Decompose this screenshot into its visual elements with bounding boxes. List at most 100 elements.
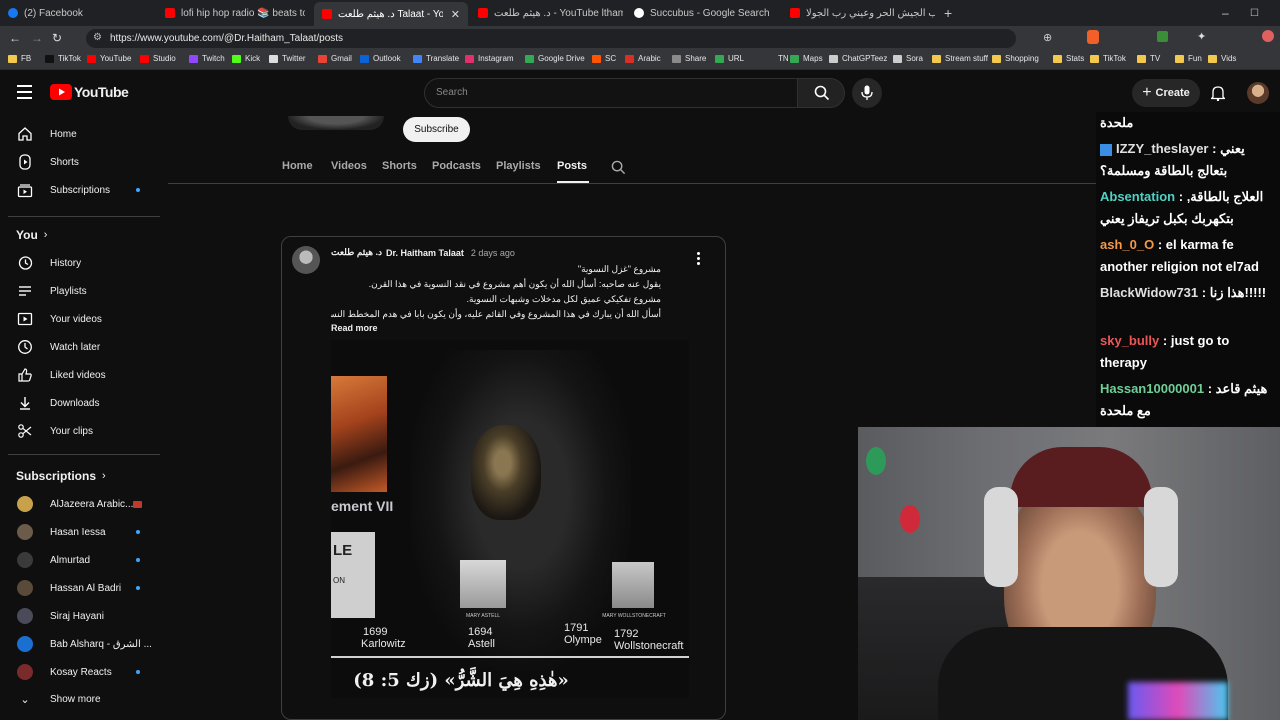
bookmark-youtube[interactable]: YouTube (87, 54, 131, 63)
sidebar-item-watch-later[interactable]: Watch later (0, 333, 160, 361)
tab-shorts[interactable]: Shorts (382, 160, 417, 172)
sidebar-subscription[interactable]: AlJazeera Arabic... (0, 490, 160, 518)
brave-shield-icon[interactable] (1087, 30, 1099, 44)
post-image[interactable]: ement VII LE ON MARY ASTELL MARY WOLLSTO… (331, 340, 689, 698)
sidebar-item-shorts[interactable]: Shorts (0, 148, 160, 176)
tab-videos[interactable]: Videos (331, 160, 367, 172)
bookmark-tiktok[interactable]: TikTok (1090, 54, 1126, 63)
bookmark-shopping[interactable]: Shopping (992, 54, 1039, 63)
bookmark-url[interactable]: URL (715, 54, 744, 63)
tab-posts[interactable]: Posts (557, 160, 587, 172)
bookmark-chatgpteez[interactable]: ChatGPTeez (829, 54, 887, 63)
sidebar-item-your-videos[interactable]: Your videos (0, 305, 160, 333)
bookmark-twitter[interactable]: Twitter (269, 54, 306, 63)
bookmark-tiktok[interactable]: TikTok (45, 54, 81, 63)
sidebar-item-home[interactable]: Home (0, 120, 160, 148)
bookmark-outlook[interactable]: Outlook (360, 54, 401, 63)
minimize-icon[interactable]: – (1222, 3, 1234, 23)
bookmark-share[interactable]: Share (672, 54, 706, 63)
browser-tab-active[interactable]: د. هيثم طلعت Talaat - YouTube ✕ (314, 2, 468, 26)
tab-podcasts[interactable]: Podcasts (432, 160, 481, 172)
bookmark-sc[interactable]: SC (592, 54, 616, 63)
tab-home[interactable]: Home (282, 160, 313, 172)
back-icon[interactable]: ← (9, 31, 21, 45)
bookmark-translate[interactable]: Translate (413, 54, 459, 63)
bookmark-label: TN (778, 54, 789, 63)
bookmark-tv[interactable]: TV (1137, 54, 1160, 63)
show-more-button[interactable]: ⌄ Show more (0, 685, 160, 713)
sidebar-item-subscriptions[interactable]: Subscriptions (0, 176, 160, 204)
site-info-icon[interactable]: ⚙ (93, 32, 102, 43)
search-input[interactable]: Search (424, 78, 798, 108)
menu-icon[interactable] (17, 85, 32, 99)
browser-tab[interactable]: د. هيثم طلعت - YouTube ltham Talaat (478, 3, 623, 23)
post-author-arabic[interactable]: د. هيثم طلعت (331, 247, 382, 258)
browser-tab[interactable]: عيني رب الجيش الحر وعيني رب الجولا (790, 3, 935, 23)
bookmark-icon (269, 54, 278, 63)
tab-title: د. هيثم طلعت - YouTube ltham Talaat (494, 7, 623, 19)
bookmark-google-drive[interactable]: Google Drive (525, 54, 585, 63)
browser-tab[interactable]: (2) Facebook (8, 3, 158, 23)
bookmark-gmail[interactable]: Gmail (318, 54, 352, 63)
browser-tab[interactable]: Succubus - Google Search (634, 3, 784, 23)
chat-separator: : (1154, 237, 1166, 252)
extension-icon[interactable] (1157, 31, 1168, 42)
sidebar-subscriptions-header[interactable]: Subscriptions › (16, 469, 106, 483)
bookmark-kick[interactable]: Kick (232, 54, 260, 63)
close-tab-icon[interactable]: ✕ (451, 8, 460, 21)
sidebar-item-playlists[interactable]: Playlists (0, 277, 160, 305)
sidebar-subscription[interactable]: Kosay Reacts (0, 658, 160, 686)
bookmark-stream-stuff[interactable]: Stream stuff (932, 54, 988, 63)
sidebar-subscription[interactable]: Bab Alsharq - الشرق ... (0, 630, 160, 658)
bookmark-fb[interactable]: FB (8, 54, 31, 63)
sidebar-subscription[interactable]: Siraj Hayani (0, 602, 160, 630)
sidebar-subscription[interactable]: Almurtad (0, 546, 160, 574)
read-more-link[interactable]: Read more (331, 323, 378, 333)
maximize-icon[interactable]: ☐ (1250, 3, 1262, 23)
your-videos-icon (16, 310, 34, 328)
avatar[interactable] (1247, 82, 1269, 104)
profile-icon[interactable] (1262, 30, 1274, 42)
bookmark-stats[interactable]: Stats (1053, 54, 1084, 63)
channel-search-icon[interactable] (611, 160, 626, 175)
bookmark-arabic[interactable]: Arabic (625, 54, 661, 63)
sidebar-item-liked-videos[interactable]: Liked videos (0, 361, 160, 389)
post-time[interactable]: 2 days ago (471, 248, 515, 258)
bookmark-vids[interactable]: Vids (1208, 54, 1236, 63)
post-menu-icon[interactable] (696, 252, 702, 265)
search-button[interactable] (797, 78, 845, 108)
post-author-avatar[interactable] (292, 246, 320, 274)
create-button[interactable]: + Create (1132, 79, 1200, 107)
subscribe-button[interactable]: Subscribe (403, 117, 470, 142)
sidebar-item-your-clips[interactable]: Your clips (0, 417, 160, 445)
bookmark-icon (8, 54, 17, 63)
bookmark-fun[interactable]: Fun (1175, 54, 1202, 63)
sidebar-item-history[interactable]: History (0, 249, 160, 277)
forward-icon[interactable]: → (31, 31, 43, 45)
bookmark-twitch[interactable]: Twitch (189, 54, 225, 63)
tab-playlists[interactable]: Playlists (496, 160, 541, 172)
bookmark-icon (715, 54, 724, 63)
post-author-name[interactable]: Dr. Haitham Talaat (386, 248, 464, 258)
sidebar-item-downloads[interactable]: Downloads (0, 389, 160, 417)
youtube-logo[interactable]: YouTube (50, 84, 129, 100)
channel-avatar[interactable] (288, 116, 384, 130)
extensions-icon[interactable]: ✦ (1197, 30, 1206, 43)
bookmark-tn[interactable]: TN (765, 54, 789, 63)
bookmark-maps[interactable]: Maps (790, 54, 823, 63)
chat-message: IZZY_theslayer : يعني بتعالج بالطاقة ومس… (1100, 138, 1276, 182)
bookmark-instagram[interactable]: Instagram (465, 54, 514, 63)
reload-icon[interactable]: ↻ (52, 31, 62, 45)
youtube-icon (478, 8, 488, 18)
new-tab-button[interactable]: + (944, 3, 958, 23)
zoom-icon[interactable]: ⊕ (1043, 31, 1052, 44)
browser-tab[interactable]: lofi hip hop radio 📚 beats to rel (165, 3, 305, 23)
bookmark-sora[interactable]: Sora (893, 54, 923, 63)
bookmark-studio[interactable]: Studio (140, 54, 176, 63)
sidebar-subscription[interactable]: Hassan Al Badri (0, 574, 160, 602)
notifications-bell-icon[interactable] (1211, 85, 1225, 101)
voice-search-button[interactable] (852, 78, 882, 108)
address-bar[interactable]: ⚙ https://www.youtube.com/@Dr.Haitham_Ta… (86, 29, 1016, 48)
sidebar-you-header[interactable]: You › (16, 228, 47, 242)
sidebar-subscription[interactable]: Hasan Iessa (0, 518, 160, 546)
